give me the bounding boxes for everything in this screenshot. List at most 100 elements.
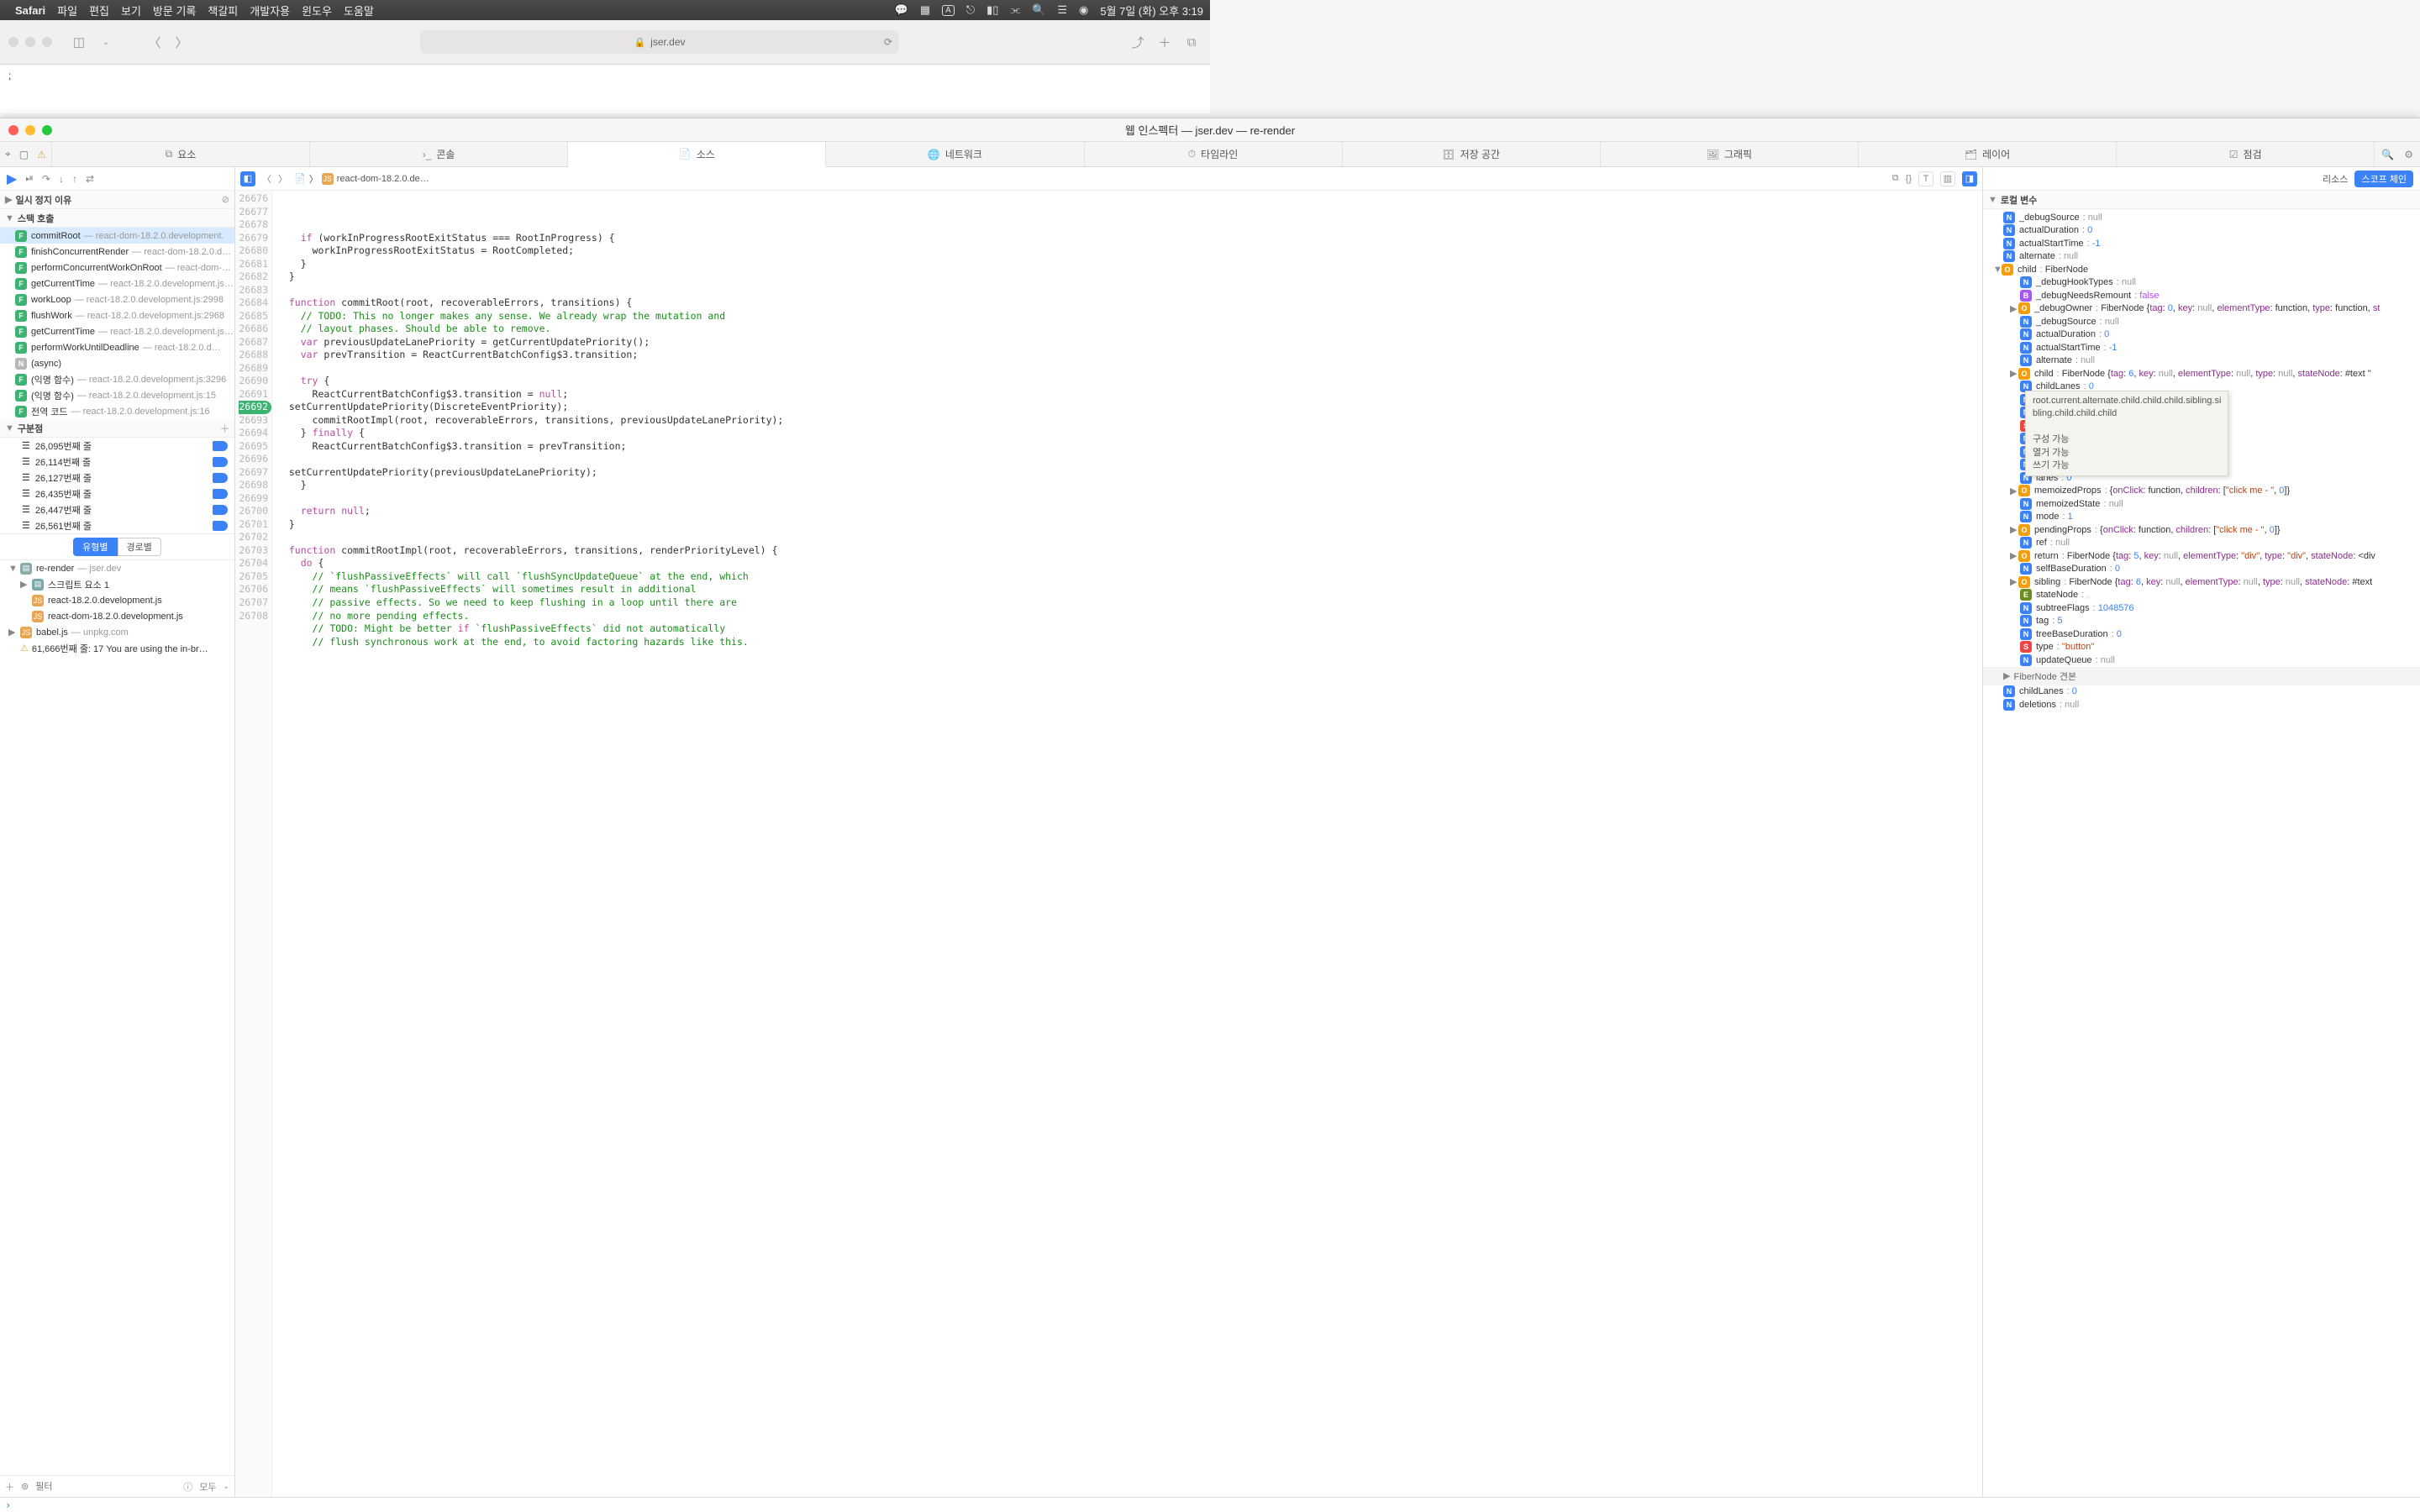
tab-sources[interactable]: 📄소스: [568, 142, 826, 167]
tree-file-react[interactable]: JSreact-18.2.0.development.js: [0, 592, 234, 608]
step-out-button[interactable]: ↑: [72, 173, 77, 185]
tree-warning[interactable]: ⚠61,666번째 줄: 17 You are using the in-br…: [0, 640, 234, 656]
forward-button[interactable]: 〉: [171, 32, 192, 52]
control-center-icon[interactable]: ☰: [1057, 3, 1067, 17]
menu-view[interactable]: 보기: [121, 3, 141, 18]
scope-property[interactable]: Stype: "button": [1983, 641, 2420, 654]
prototype-row[interactable]: ▶FiberNode 견본: [1983, 667, 2420, 685]
breakpoint-item[interactable]: ☰26,127번째 줄: [0, 470, 234, 486]
scope-property[interactable]: NtreeBaseDuration: 0: [1983, 627, 2420, 641]
scope-property[interactable]: ▶OmemoizedProps: {onClick: function, chi…: [1983, 485, 2420, 498]
new-tab-icon[interactable]: ＋: [1155, 32, 1175, 52]
warnings-icon[interactable]: ⚠: [37, 149, 46, 160]
nav-forward-icon[interactable]: 〉: [278, 172, 287, 186]
breakpoint-item[interactable]: ☰26,561번째 줄: [0, 517, 234, 533]
app-name[interactable]: Safari: [15, 4, 45, 17]
stack-frame[interactable]: FcommitRoot— react-dom-18.2.0.developmen…: [0, 228, 234, 244]
by-type-button[interactable]: 유형별: [73, 538, 117, 556]
scope-property[interactable]: EstateNode:: [1983, 589, 2420, 602]
tab-audit[interactable]: ☑점검: [2117, 142, 2375, 166]
breakpoint-item[interactable]: ☰26,095번째 줄: [0, 438, 234, 454]
breakpoint-item[interactable]: ☰26,447번째 줄: [0, 501, 234, 517]
scope-property[interactable]: N_debugHookTypes: null: [1983, 276, 2420, 290]
scope-property[interactable]: NactualStartTime: -1: [1983, 237, 2420, 250]
scope-property[interactable]: ▼Ochild: FiberNode: [1983, 263, 2420, 276]
scope-property[interactable]: ▶OpendingProps: {onClick: function, chil…: [1983, 523, 2420, 537]
stack-frame[interactable]: FperformConcurrentWorkOnRoot— react-dom-…: [0, 260, 234, 276]
step-over-button[interactable]: ↷: [42, 173, 50, 185]
settings-icon[interactable]: ⚙: [2404, 149, 2413, 160]
scope-chain-pill[interactable]: 스코프 체인: [2354, 171, 2413, 187]
link-icon[interactable]: ⫘: [1010, 3, 1020, 17]
scope-property[interactable]: ▶O_debugOwner: FiberNode {tag: 0, key: n…: [1983, 302, 2420, 316]
scope-property[interactable]: N_debugSource: null: [1983, 211, 2420, 224]
breadcrumb[interactable]: 📄〉JS react-dom-18.2.0.de…: [294, 172, 429, 186]
tab-console[interactable]: ›_콘솔: [310, 142, 568, 166]
device-icon[interactable]: ▢: [19, 149, 29, 160]
nav-back-icon[interactable]: 〈: [262, 172, 271, 186]
resume-button[interactable]: ⏯: [25, 172, 34, 185]
inspect-element-icon[interactable]: ⌖: [5, 148, 11, 160]
messages-icon[interactable]: 💬: [895, 3, 908, 17]
info-icon[interactable]: ⓘ: [183, 1480, 192, 1494]
by-path-button[interactable]: 경로별: [118, 538, 161, 556]
spotlight-icon[interactable]: 🔍: [1032, 3, 1045, 17]
stack-frame[interactable]: F전역 코드— react-18.2.0.development.js:16: [0, 403, 234, 419]
tab-layers[interactable]: 🗂레이어: [1859, 142, 2117, 166]
window-traffic-lights[interactable]: [8, 37, 52, 47]
sidebar-icon[interactable]: ◫: [69, 32, 89, 52]
chevron-down-icon[interactable]: ⌄: [96, 32, 116, 52]
back-button[interactable]: 〈: [145, 32, 165, 52]
scope-property[interactable]: B_debugNeedsRemount: false: [1983, 289, 2420, 302]
tabs-icon[interactable]: ⧉: [1181, 32, 1202, 52]
share-icon[interactable]: ⤴: [1128, 32, 1148, 52]
scope-property[interactable]: NactualStartTime: -1: [1983, 341, 2420, 354]
scope-property[interactable]: Nmode: 1: [1983, 511, 2420, 524]
stack-frame[interactable]: FworkLoop— react-18.2.0.development.js:2…: [0, 291, 234, 307]
line-gutter[interactable]: 26676 26677 26678 26679 26680 26681 2668…: [235, 191, 272, 1497]
close-icon[interactable]: ⊘: [222, 194, 229, 205]
tab-timeline[interactable]: ⏱타임라인: [1085, 142, 1343, 166]
scope-property[interactable]: Nref: null: [1983, 537, 2420, 550]
pretty-print-icon[interactable]: {}: [1906, 174, 1912, 184]
callstack-header[interactable]: ▼스택 호출: [0, 209, 234, 228]
scope-property[interactable]: Ndeletions: null: [1983, 698, 2420, 711]
scope-property[interactable]: NactualDuration: 0: [1983, 328, 2420, 342]
menu-develop[interactable]: 개발자용: [250, 3, 290, 18]
code-editor[interactable]: 26676 26677 26678 26679 26680 26681 2668…: [235, 191, 1982, 1497]
breakpoints-toggle-icon[interactable]: ▶: [7, 171, 17, 187]
breakpoints-header[interactable]: ▼구분점＋: [0, 419, 234, 438]
filter-input[interactable]: [35, 1482, 176, 1492]
address-bar[interactable]: 🔒 jser.dev ⟳: [420, 30, 899, 54]
reload-icon[interactable]: ⟳: [884, 36, 892, 48]
tab-network[interactable]: 🌐네트워크: [826, 142, 1084, 166]
tab-elements[interactable]: ⧉요소: [52, 142, 310, 166]
code-content[interactable]: if (workInProgressRootExitStatus === Roo…: [272, 191, 1982, 1497]
menu-bookmarks[interactable]: 책갈피: [208, 3, 238, 18]
menu-edit[interactable]: 편집: [89, 3, 109, 18]
scope-property[interactable]: N_debugSource: null: [1983, 315, 2420, 328]
right-sidebar-toggle[interactable]: ◨: [1962, 171, 1977, 186]
breakpoint-item[interactable]: ☰26,114번째 줄: [0, 454, 234, 470]
menu-help[interactable]: 도움말: [344, 3, 374, 18]
scope-property[interactable]: Nalternate: null: [1983, 250, 2420, 264]
tab-storage[interactable]: 🗄저장 공간: [1343, 142, 1601, 166]
copy-icon[interactable]: ⧉: [1892, 173, 1899, 184]
scope-property[interactable]: NmemoizedState: null: [1983, 497, 2420, 511]
local-vars-header[interactable]: ▼로컬 변수: [1983, 191, 2420, 209]
scope-property[interactable]: Nalternate: null: [1983, 354, 2420, 368]
resources-link[interactable]: 리소스: [2323, 172, 2348, 186]
tab-graphics[interactable]: 🖼그래픽: [1601, 142, 1859, 166]
scope-all[interactable]: 모두: [199, 1480, 216, 1494]
inspector-traffic-lights[interactable]: [8, 125, 52, 135]
console-prompt[interactable]: ›: [0, 1497, 2420, 1512]
pause-reason-header[interactable]: ▶일시 정지 이유⊘: [0, 191, 234, 209]
stack-frame[interactable]: FgetCurrentTime— react-18.2.0.developmen…: [0, 276, 234, 291]
stack-frame[interactable]: F(익명 함수)— react-18.2.0.development.js:32…: [0, 371, 234, 387]
stack-frame[interactable]: FfinishConcurrentRender— react-dom-18.2.…: [0, 244, 234, 260]
search-icon[interactable]: 🔍: [2381, 149, 2394, 160]
add-icon[interactable]: ＋: [220, 422, 229, 435]
code-coverage-icon[interactable]: ▥: [1940, 171, 1955, 186]
scope-property[interactable]: ▶Ochild: FiberNode {tag: 6, key: null, e…: [1983, 367, 2420, 381]
scope-property[interactable]: Ntag: 5: [1983, 615, 2420, 628]
